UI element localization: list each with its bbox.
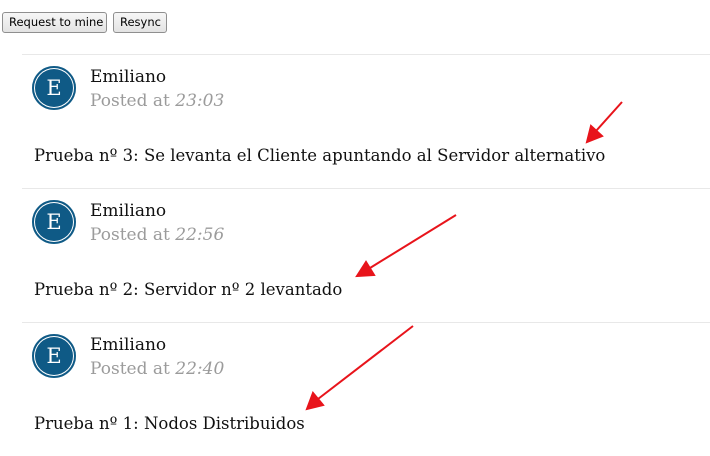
posted-at-label: Posted at xyxy=(90,225,170,245)
post-author: Emiliano xyxy=(90,67,167,87)
posted-at-label: Posted at xyxy=(90,91,170,111)
avatar: E xyxy=(32,200,76,244)
avatar: E xyxy=(32,66,76,110)
request-to-mine-button[interactable]: Request to mine xyxy=(2,12,107,33)
post-time: 22:56 xyxy=(175,225,225,245)
post-message: Prueba nº 3: Se levanta el Cliente apunt… xyxy=(34,146,606,165)
post-author: Emiliano xyxy=(90,201,167,221)
posted-at-label: Posted at xyxy=(90,359,170,379)
avatar: E xyxy=(32,334,76,378)
post-time: 22:40 xyxy=(175,359,225,379)
post-message: Prueba nº 1: Nodos Distribuidos xyxy=(34,414,305,433)
post-author: Emiliano xyxy=(90,335,167,355)
post-message: Prueba nº 2: Servidor nº 2 levantado xyxy=(34,280,343,299)
post-item: E Emiliano Posted at 23:03 Prueba nº 3: … xyxy=(0,54,710,188)
post-item: E Emiliano Posted at 22:40 Prueba nº 1: … xyxy=(0,322,710,456)
post-item: E Emiliano Posted at 22:56 Prueba nº 2: … xyxy=(0,188,710,322)
post-time: 23:03 xyxy=(175,91,225,111)
post-timestamp: Posted at 22:56 xyxy=(90,225,224,245)
post-timestamp: Posted at 23:03 xyxy=(90,91,224,111)
resync-button[interactable]: Resync xyxy=(113,12,167,33)
post-timestamp: Posted at 22:40 xyxy=(90,359,224,379)
